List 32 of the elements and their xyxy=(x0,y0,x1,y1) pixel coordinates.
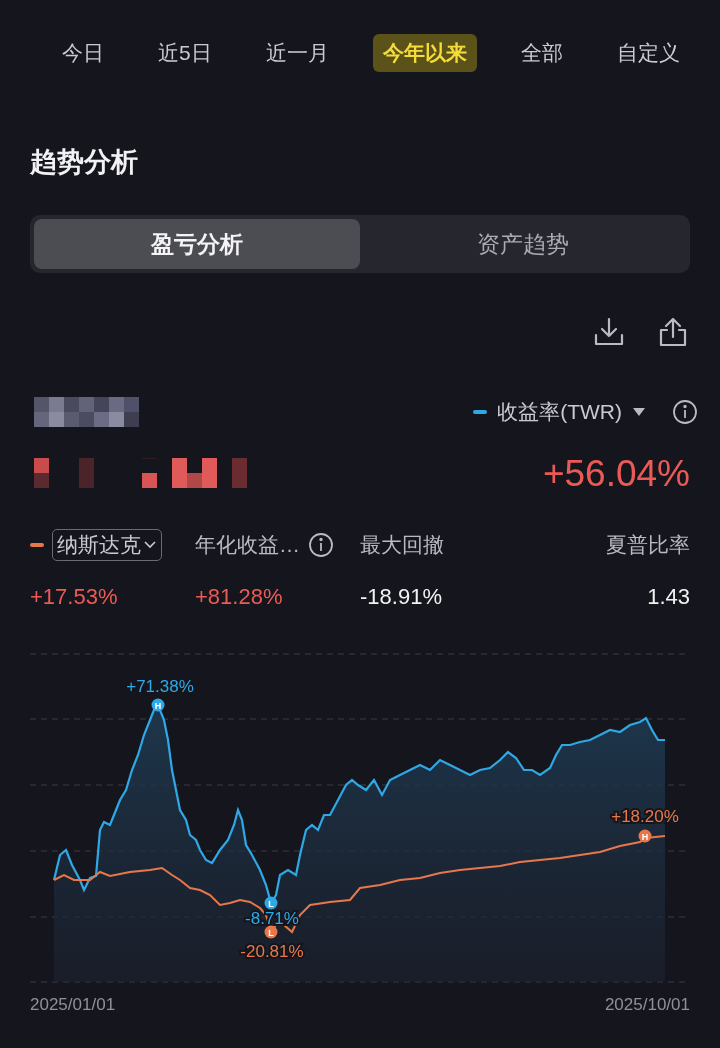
view-tab[interactable]: 盈亏分析 xyxy=(34,219,360,269)
stat-value: +81.28% xyxy=(195,584,284,610)
axis-date: 2025/01/01 xyxy=(30,995,116,1015)
period-tab[interactable]: 全部 xyxy=(510,34,573,72)
stat-label: 年化收益… xyxy=(195,532,300,558)
point-marker: L xyxy=(264,925,278,939)
point-marker: H xyxy=(151,698,165,712)
caret-icon xyxy=(143,540,157,550)
metric-selector[interactable]: 收益率(TWR) xyxy=(497,398,622,426)
stat-label: 最大回撤 xyxy=(360,532,444,558)
point-marker: H xyxy=(638,829,652,843)
point-label: +71.38% xyxy=(126,677,194,696)
stat-label: 夏普比率 xyxy=(606,532,690,558)
period-tab[interactable]: 自定义 xyxy=(607,34,690,72)
period-tab[interactable]: 今年以来 xyxy=(372,34,477,72)
view-tab[interactable]: 资产趋势 xyxy=(360,219,686,269)
point-marker: L xyxy=(264,896,278,910)
section-title: 趋势分析 xyxy=(30,146,139,179)
return-value: +56.04% xyxy=(542,453,690,495)
stat-value: -18.91% xyxy=(360,584,443,610)
benchmark-selector[interactable]: 纳斯达克 xyxy=(52,529,162,561)
stat-value: 1.43 xyxy=(647,584,690,610)
dropdown-icon[interactable] xyxy=(632,407,646,417)
axis-date: 2025/10/01 xyxy=(604,995,690,1015)
point-label: -20.81% xyxy=(240,942,304,961)
period-tab[interactable]: 近一月 xyxy=(255,34,339,72)
point-label: +18.20% xyxy=(611,807,679,826)
period-tab[interactable]: 近5日 xyxy=(148,34,222,72)
period-tab[interactable]: 今日 xyxy=(52,34,114,72)
stat-value: +17.53% xyxy=(30,584,119,610)
info-icon[interactable] xyxy=(672,399,698,425)
info-icon[interactable] xyxy=(308,532,334,558)
